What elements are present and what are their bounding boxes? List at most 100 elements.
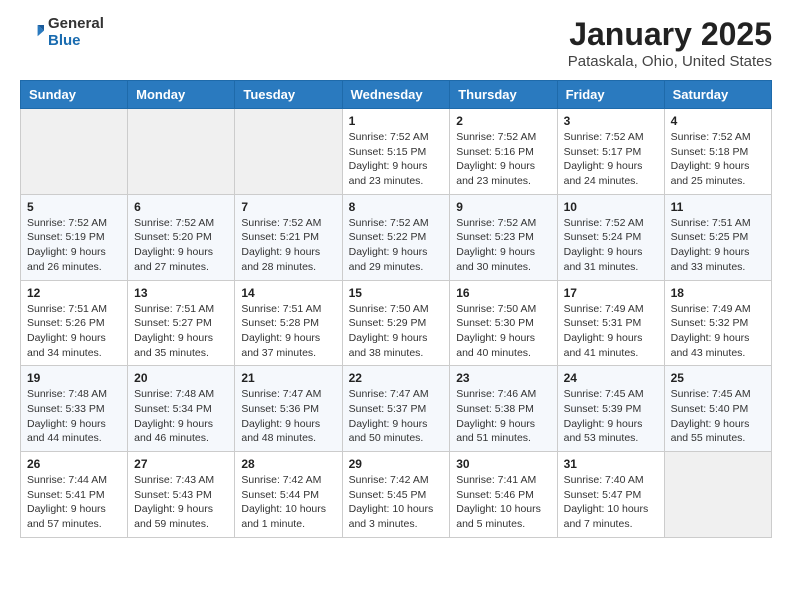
day-info: Sunrise: 7:52 AMSunset: 5:16 PMDaylight:… bbox=[456, 130, 550, 189]
day-number: 9 bbox=[456, 200, 550, 214]
day-info: Sunrise: 7:48 AMSunset: 5:33 PMDaylight:… bbox=[27, 387, 121, 446]
day-info: Sunrise: 7:47 AMSunset: 5:36 PMDaylight:… bbox=[241, 387, 335, 446]
calendar-day-cell: 27 Sunrise: 7:43 AMSunset: 5:43 PMDayligh… bbox=[128, 452, 235, 538]
day-info: Sunrise: 7:51 AMSunset: 5:28 PMDaylight:… bbox=[241, 302, 335, 361]
calendar-day-cell: 11 Sunrise: 7:51 AMSunset: 5:25 PMDayligh… bbox=[664, 194, 771, 280]
day-number: 12 bbox=[27, 286, 121, 300]
calendar-day-cell: 19 Sunrise: 7:48 AMSunset: 5:33 PMDayligh… bbox=[21, 366, 128, 452]
calendar-day-cell: 24 Sunrise: 7:45 AMSunset: 5:39 PMDayligh… bbox=[557, 366, 664, 452]
calendar-header-row: Sunday Monday Tuesday Wednesday Thursday… bbox=[21, 81, 772, 109]
day-number: 4 bbox=[671, 114, 765, 128]
calendar-week-row: 1 Sunrise: 7:52 AMSunset: 5:15 PMDaylight… bbox=[21, 109, 772, 195]
day-info: Sunrise: 7:46 AMSunset: 5:38 PMDaylight:… bbox=[456, 387, 550, 446]
calendar-day-cell: 15 Sunrise: 7:50 AMSunset: 5:29 PMDayligh… bbox=[342, 280, 450, 366]
day-number: 16 bbox=[456, 286, 550, 300]
day-info: Sunrise: 7:52 AMSunset: 5:21 PMDaylight:… bbox=[241, 216, 335, 275]
calendar-day-cell: 6 Sunrise: 7:52 AMSunset: 5:20 PMDaylight… bbox=[128, 194, 235, 280]
col-thursday: Thursday bbox=[450, 81, 557, 109]
day-number: 3 bbox=[564, 114, 658, 128]
day-info: Sunrise: 7:45 AMSunset: 5:40 PMDaylight:… bbox=[671, 387, 765, 446]
day-info: Sunrise: 7:50 AMSunset: 5:29 PMDaylight:… bbox=[349, 302, 444, 361]
day-number: 28 bbox=[241, 457, 335, 471]
calendar-day-cell: 16 Sunrise: 7:50 AMSunset: 5:30 PMDayligh… bbox=[450, 280, 557, 366]
calendar-day-cell: 1 Sunrise: 7:52 AMSunset: 5:15 PMDaylight… bbox=[342, 109, 450, 195]
calendar-day-cell bbox=[21, 109, 128, 195]
calendar-week-row: 26Sunrise: 7:44 AMSunset: 5:41 PMDayligh… bbox=[21, 452, 772, 538]
calendar-day-cell: 8Sunrise: 7:52 AMSunset: 5:22 PMDaylight… bbox=[342, 194, 450, 280]
day-number: 11 bbox=[671, 200, 765, 214]
day-number: 1 bbox=[349, 114, 444, 128]
calendar-day-cell: 7 Sunrise: 7:52 AMSunset: 5:21 PMDaylight… bbox=[235, 194, 342, 280]
col-monday: Monday bbox=[128, 81, 235, 109]
day-number: 21 bbox=[241, 371, 335, 385]
calendar-day-cell: 3 Sunrise: 7:52 AMSunset: 5:17 PMDaylight… bbox=[557, 109, 664, 195]
calendar-day-cell: 21 Sunrise: 7:47 AMSunset: 5:36 PMDayligh… bbox=[235, 366, 342, 452]
day-number: 26 bbox=[27, 457, 121, 471]
col-tuesday: Tuesday bbox=[235, 81, 342, 109]
day-info: Sunrise: 7:45 AMSunset: 5:39 PMDaylight:… bbox=[564, 387, 658, 446]
day-number: 22 bbox=[349, 371, 444, 385]
calendar-day-cell: 29 Sunrise: 7:42 AMSunset: 5:45 PMDayligh… bbox=[342, 452, 450, 538]
day-info: Sunrise: 7:42 AMSunset: 5:45 PMDaylight:… bbox=[349, 473, 444, 532]
day-number: 18 bbox=[671, 286, 765, 300]
calendar-day-cell: 20Sunrise: 7:48 AMSunset: 5:34 PMDayligh… bbox=[128, 366, 235, 452]
day-info: Sunrise: 7:52 AMSunset: 5:19 PMDaylight:… bbox=[27, 216, 121, 275]
day-number: 14 bbox=[241, 286, 335, 300]
day-number: 13 bbox=[134, 286, 228, 300]
calendar-day-cell bbox=[235, 109, 342, 195]
calendar-day-cell: 10Sunrise: 7:52 AMSunset: 5:24 PMDayligh… bbox=[557, 194, 664, 280]
logo-blue-text: Blue bbox=[48, 33, 104, 50]
day-number: 19 bbox=[27, 371, 121, 385]
day-info: Sunrise: 7:52 AMSunset: 5:15 PMDaylight:… bbox=[349, 130, 444, 189]
calendar-day-cell: 28 Sunrise: 7:42 AMSunset: 5:44 PMDayligh… bbox=[235, 452, 342, 538]
col-saturday: Saturday bbox=[664, 81, 771, 109]
day-number: 10 bbox=[564, 200, 658, 214]
calendar-day-cell: 13 Sunrise: 7:51 AMSunset: 5:27 PMDayligh… bbox=[128, 280, 235, 366]
day-number: 23 bbox=[456, 371, 550, 385]
calendar-day-cell: 5 Sunrise: 7:52 AMSunset: 5:19 PMDaylight… bbox=[21, 194, 128, 280]
calendar-week-row: 19 Sunrise: 7:48 AMSunset: 5:33 PMDayligh… bbox=[21, 366, 772, 452]
day-number: 20 bbox=[134, 371, 228, 385]
day-info: Sunrise: 7:51 AMSunset: 5:27 PMDaylight:… bbox=[134, 302, 228, 361]
calendar-subtitle: Pataskala, Ohio, United States bbox=[568, 53, 772, 70]
day-number: 29 bbox=[349, 457, 444, 471]
day-info: Sunrise: 7:42 AMSunset: 5:44 PMDaylight:… bbox=[241, 473, 335, 532]
page: General Blue January 2025 Pataskala, Ohi… bbox=[0, 0, 792, 558]
day-info: Sunrise: 7:51 AMSunset: 5:25 PMDaylight:… bbox=[671, 216, 765, 275]
calendar-day-cell bbox=[664, 452, 771, 538]
day-number: 6 bbox=[134, 200, 228, 214]
day-number: 27 bbox=[134, 457, 228, 471]
calendar-table: Sunday Monday Tuesday Wednesday Thursday… bbox=[20, 80, 772, 538]
calendar-week-row: 12 Sunrise: 7:51 AMSunset: 5:26 PMDayligh… bbox=[21, 280, 772, 366]
day-info: Sunrise: 7:47 AMSunset: 5:37 PMDaylight:… bbox=[349, 387, 444, 446]
calendar-day-cell: 9Sunrise: 7:52 AMSunset: 5:23 PMDaylight… bbox=[450, 194, 557, 280]
calendar-day-cell: 23 Sunrise: 7:46 AMSunset: 5:38 PMDayligh… bbox=[450, 366, 557, 452]
day-number: 7 bbox=[241, 200, 335, 214]
day-info: Sunrise: 7:52 AMSunset: 5:20 PMDaylight:… bbox=[134, 216, 228, 275]
logo-icon bbox=[20, 21, 44, 45]
calendar-week-row: 5 Sunrise: 7:52 AMSunset: 5:19 PMDaylight… bbox=[21, 194, 772, 280]
day-number: 31 bbox=[564, 457, 658, 471]
logo-general-text: General bbox=[48, 16, 104, 33]
calendar-day-cell: 30 Sunrise: 7:41 AMSunset: 5:46 PMDayligh… bbox=[450, 452, 557, 538]
day-number: 5 bbox=[27, 200, 121, 214]
calendar-title: January 2025 bbox=[568, 16, 772, 53]
day-info: Sunrise: 7:49 AMSunset: 5:31 PMDaylight:… bbox=[564, 302, 658, 361]
day-info: Sunrise: 7:50 AMSunset: 5:30 PMDaylight:… bbox=[456, 302, 550, 361]
day-info: Sunrise: 7:41 AMSunset: 5:46 PMDaylight:… bbox=[456, 473, 550, 532]
logo: General Blue bbox=[20, 16, 104, 49]
day-info: Sunrise: 7:52 AMSunset: 5:18 PMDaylight:… bbox=[671, 130, 765, 189]
day-number: 17 bbox=[564, 286, 658, 300]
calendar-day-cell: 26Sunrise: 7:44 AMSunset: 5:41 PMDayligh… bbox=[21, 452, 128, 538]
col-friday: Friday bbox=[557, 81, 664, 109]
day-number: 15 bbox=[349, 286, 444, 300]
day-number: 24 bbox=[564, 371, 658, 385]
calendar-day-cell: 4 Sunrise: 7:52 AMSunset: 5:18 PMDaylight… bbox=[664, 109, 771, 195]
calendar-day-cell: 31 Sunrise: 7:40 AMSunset: 5:47 PMDayligh… bbox=[557, 452, 664, 538]
calendar-day-cell: 17 Sunrise: 7:49 AMSunset: 5:31 PMDayligh… bbox=[557, 280, 664, 366]
day-info: Sunrise: 7:40 AMSunset: 5:47 PMDaylight:… bbox=[564, 473, 658, 532]
day-info: Sunrise: 7:51 AMSunset: 5:26 PMDaylight:… bbox=[27, 302, 121, 361]
day-info: Sunrise: 7:43 AMSunset: 5:43 PMDaylight:… bbox=[134, 473, 228, 532]
day-info: Sunrise: 7:52 AMSunset: 5:17 PMDaylight:… bbox=[564, 130, 658, 189]
day-number: 30 bbox=[456, 457, 550, 471]
